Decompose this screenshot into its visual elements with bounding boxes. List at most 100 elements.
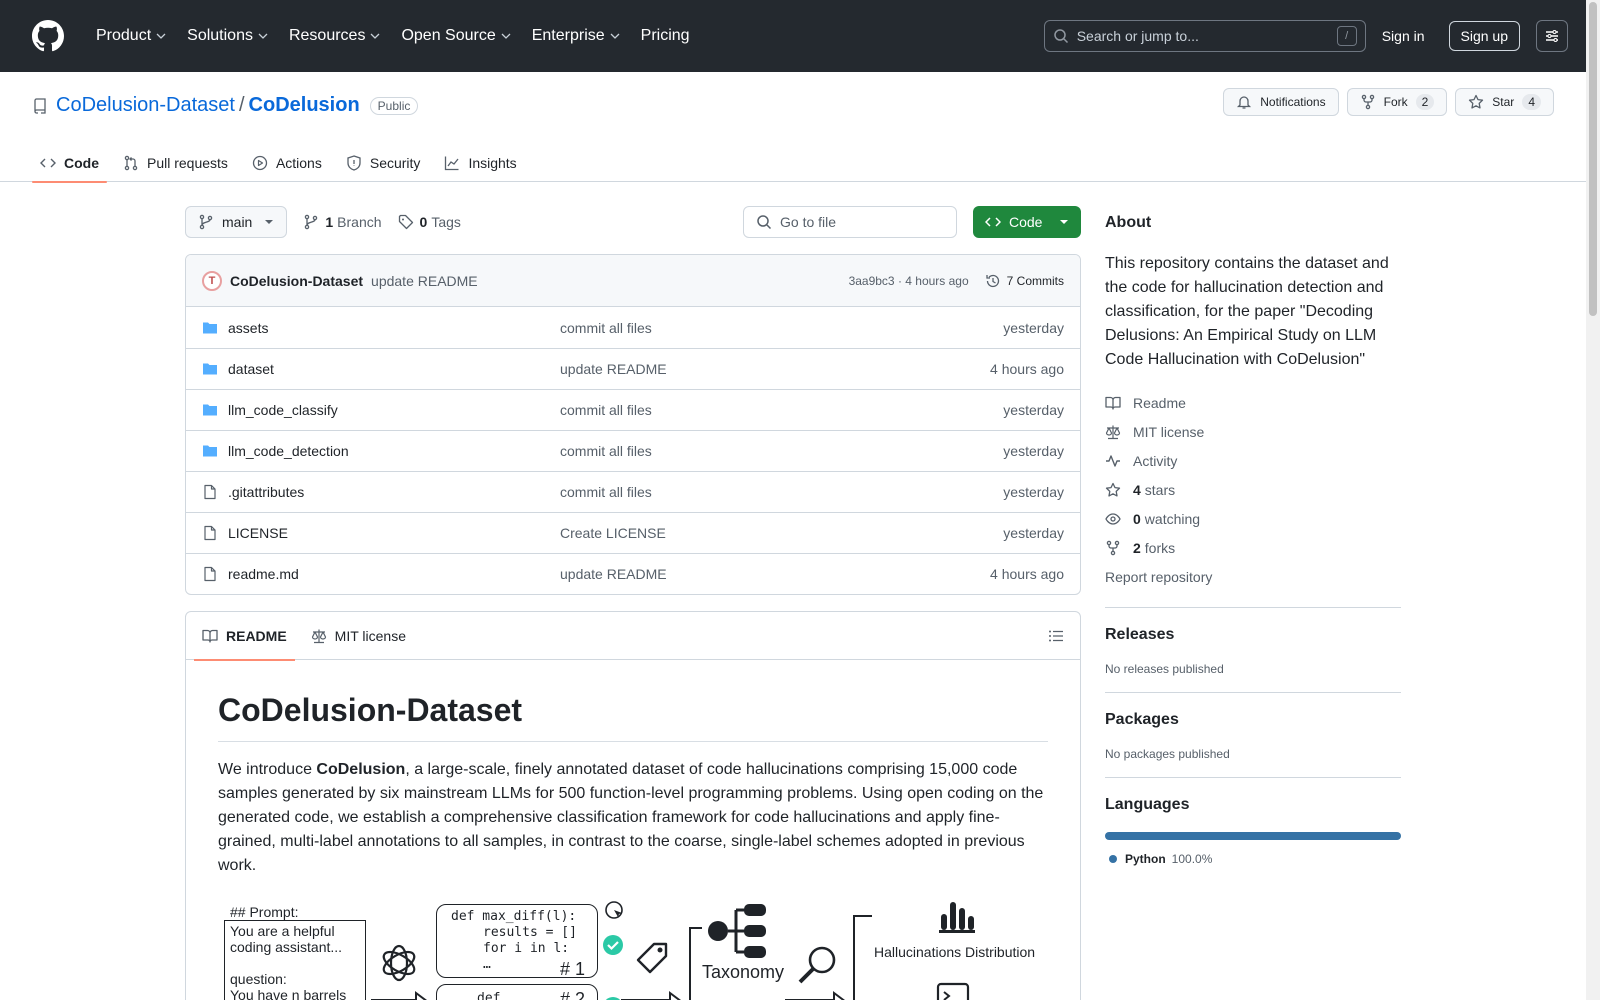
forks-link[interactable]: 2 forks (1105, 533, 1401, 562)
shield-icon (347, 155, 361, 171)
nav-resources[interactable]: Resources (281, 21, 389, 51)
tab-license[interactable]: MIT license (303, 612, 414, 660)
commit-author-link[interactable]: CoDelusion-Dataset (230, 273, 363, 289)
file-name-link[interactable]: assets (228, 320, 560, 336)
latest-commit-bar: T CoDelusion-Dataset update README 3aa9b… (186, 255, 1080, 307)
code-dropdown-button[interactable]: Code (973, 206, 1081, 238)
tab-label: README (226, 627, 287, 644)
fork-icon (1106, 540, 1120, 555)
tab-insights[interactable]: Insights (436, 144, 524, 182)
commits-history-link[interactable]: 7 Commits (985, 273, 1064, 289)
sign-up-button[interactable]: Sign up (1448, 21, 1520, 51)
file-name-link[interactable]: dataset (228, 361, 560, 377)
tab-pull-requests[interactable]: Pull requests (115, 144, 236, 182)
commit-message-link[interactable]: update README (371, 273, 478, 289)
file-commit-message[interactable]: commit all files (560, 443, 1003, 459)
file-icon (204, 525, 216, 541)
chevron-down-icon (610, 33, 620, 39)
table-row[interactable]: .gitattributes commit all files yesterday (186, 471, 1080, 512)
license-link[interactable]: MIT license (1105, 417, 1401, 446)
table-row[interactable]: llm_code_classify commit all files yesterd… (186, 389, 1080, 430)
avatar[interactable]: T (202, 270, 222, 291)
go-to-file-input[interactable]: Go to file (743, 206, 957, 238)
repo-name-link[interactable]: CoDelusion (249, 94, 360, 117)
list-unordered-icon[interactable] (1048, 628, 1064, 644)
tab-code[interactable]: Code (32, 144, 107, 183)
file-commit-message[interactable]: commit all files (560, 320, 1003, 336)
file-name-link[interactable]: llm_code_classify (228, 402, 560, 418)
github-logo-icon[interactable] (32, 20, 64, 52)
code-icon (40, 158, 56, 168)
nav-pricing[interactable]: Pricing (633, 21, 698, 51)
star-label: Star (1492, 95, 1515, 109)
file-name-link[interactable]: llm_code_detection (228, 443, 560, 459)
taxonomy-tree-icon (708, 904, 766, 958)
search-input[interactable]: Search or jump to... / (1043, 20, 1366, 52)
tag-icon (398, 214, 413, 230)
nav-label: Solutions (187, 27, 253, 44)
file-commit-message[interactable]: update README (560, 566, 990, 582)
readme-link[interactable]: Readme (1105, 388, 1401, 417)
report-repository-link[interactable]: Report repository (1105, 562, 1401, 591)
language-percent: 100.0% (1171, 852, 1213, 866)
tab-readme[interactable]: README (194, 612, 295, 661)
repo-icon (34, 97, 46, 114)
repo-owner-link[interactable]: CoDelusion-Dataset (56, 94, 235, 117)
table-row[interactable]: assets commit all files yesterday (186, 307, 1080, 348)
scrollbar-thumb[interactable] (1589, 2, 1597, 316)
sign-in-link[interactable]: Sign in (1382, 28, 1425, 44)
language-item[interactable]: Python 100.0% (1105, 852, 1401, 866)
file-name-link[interactable]: .gitattributes (228, 484, 560, 500)
table-row[interactable]: LICENSE Create LICENSE yesterday (186, 512, 1080, 553)
file-commit-message[interactable]: Create LICENSE (560, 525, 1003, 541)
notifications-button[interactable]: Notifications (1223, 88, 1339, 116)
commit-meta[interactable]: 3aa9bc3 · 4 hours ago (849, 274, 969, 288)
table-row[interactable]: llm_code_detection commit all files yester… (186, 430, 1080, 471)
nav-open-source[interactable]: Open Source (393, 21, 519, 51)
branches-link[interactable]: 1 Branch (303, 214, 382, 230)
language-name: Python (1125, 852, 1166, 866)
settings-menu-button[interactable] (1536, 20, 1568, 52)
star-button[interactable]: Star 4 (1455, 88, 1554, 116)
tab-security[interactable]: Security (338, 144, 429, 182)
file-commit-message[interactable]: commit all files (560, 484, 1003, 500)
page-scrollbar[interactable] (1586, 0, 1600, 1000)
language-color-dot (1109, 855, 1117, 863)
nav-solutions[interactable]: Solutions (179, 21, 277, 51)
check-circle-icon (603, 935, 623, 955)
file-commit-message[interactable]: update README (560, 361, 990, 377)
main-column: main 1 Branch 0 Tags Go to file Code T C… (185, 206, 1081, 1000)
packages-title[interactable]: Packages (1105, 711, 1401, 729)
languages-title: Languages (1105, 796, 1190, 813)
tab-label: MIT license (334, 627, 406, 644)
tags-link[interactable]: 0 Tags (398, 214, 461, 230)
star-icon (1105, 482, 1121, 497)
readme-panel: README MIT license CoDelusion-Dataset We… (185, 611, 1081, 1000)
repo-header: CoDelusion-Dataset / CoDelusion Public N… (0, 72, 1600, 183)
stars-label: stars (1144, 481, 1176, 498)
file-commit-message[interactable]: commit all files (560, 402, 1003, 418)
repo-separator: / (238, 94, 245, 116)
nav-product[interactable]: Product (88, 21, 175, 51)
code-line: def … (477, 991, 517, 1000)
prompt-line: coding assistant... (230, 939, 343, 955)
releases-title[interactable]: Releases (1105, 626, 1401, 644)
notifications-label: Notifications (1260, 95, 1326, 109)
file-name-link[interactable]: LICENSE (228, 525, 560, 541)
table-row[interactable]: readme.md update README 4 hours ago (186, 553, 1080, 594)
file-name-link[interactable]: readme.md (228, 566, 560, 582)
activity-link[interactable]: Activity (1105, 446, 1401, 475)
forks-count: 2 (1133, 539, 1141, 556)
nav-enterprise[interactable]: Enterprise (524, 21, 629, 51)
table-row[interactable]: dataset update README 4 hours ago (186, 348, 1080, 389)
tab-actions[interactable]: Actions (244, 144, 330, 182)
forks-label: forks (1144, 539, 1176, 556)
stars-link[interactable]: 4 stars (1105, 475, 1401, 504)
fork-button[interactable]: Fork 2 (1346, 88, 1448, 116)
readme-content: CoDelusion-Dataset We introduce CoDelusi… (186, 660, 1080, 1000)
branch-selector[interactable]: main (185, 206, 288, 238)
caret-down-icon (1060, 220, 1068, 224)
watching-link[interactable]: 0 watching (1105, 504, 1401, 533)
divider (1105, 692, 1401, 693)
intro-bold: CoDelusion (316, 761, 406, 778)
